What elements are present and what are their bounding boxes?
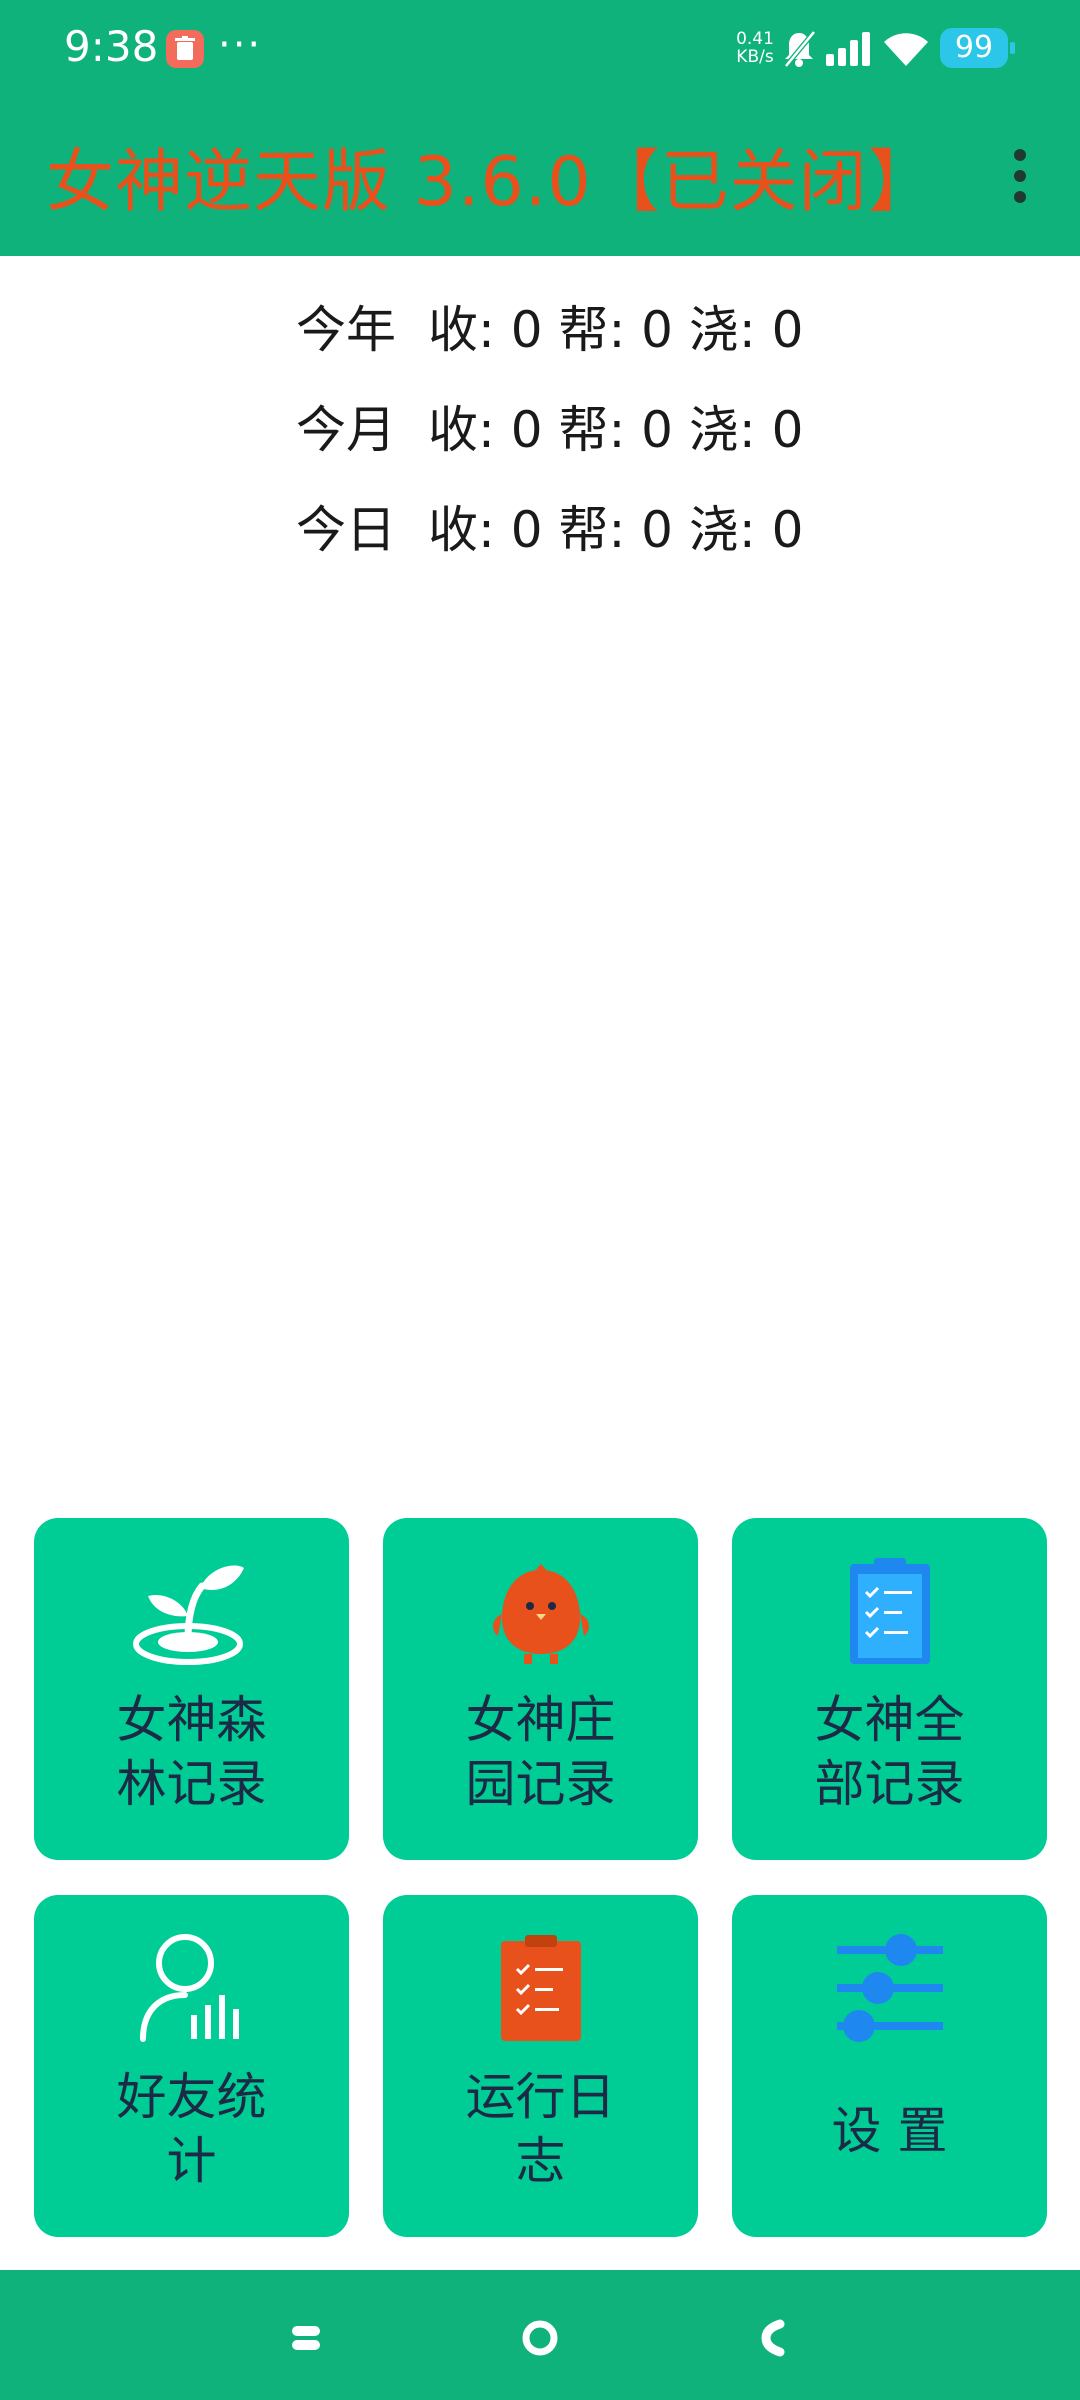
stat-period: 今日 [296,501,396,559]
tile-label-line1: 女神庄 [465,1691,616,1749]
stat-period: 今月 [296,401,396,459]
sliders-icon [835,1933,945,2047]
friend-stats-icon [137,1933,247,2047]
tile-label-line1: 运行日 [465,2068,616,2126]
tile-label-line1: 设 置 [831,2102,948,2160]
back-icon[interactable] [744,2308,804,2368]
battery-tip [1010,42,1015,54]
bell-muted-icon [784,30,816,68]
tile-label-line1: 女神森 [116,1691,267,1749]
tile-label-line2: 林记录 [116,1755,267,1813]
stat-row-year: 今年 收: 0 帮: 0 浇: 0 [296,290,803,362]
stat-values: 收: 0 帮: 0 浇: 0 [428,501,804,559]
tile-run-log[interactable]: 运行日 志 [383,1895,698,2237]
sprout-icon [132,1556,252,1670]
signal-icon [826,32,870,66]
net-speed-value: 0.41 [736,29,774,49]
net-speed-unit: KB/s [736,47,774,67]
tile-label-line1: 好友统 [116,2068,267,2126]
tile-all-records[interactable]: 女神全 部记录 [732,1518,1047,1860]
tile-label-line2: 志 [515,2132,566,2190]
more-notifications-icon: ··· [218,22,263,68]
chick-icon [486,1556,596,1670]
home-icon[interactable] [510,2308,570,2368]
app-notification-icon [166,30,204,68]
tile-label-line1: 女神全 [814,1691,965,1749]
status-bar: 9:38 ··· 0.41 KB/s 99 [0,0,1080,100]
recent-apps-icon[interactable] [276,2308,336,2368]
tile-farm-records[interactable]: 女神庄 园记录 [383,1518,698,1860]
clipboard-orange-icon [499,1933,583,2047]
stat-row-day: 今日 收: 0 帮: 0 浇: 0 [296,490,803,562]
app-bar: 女神逆天版 3.6.0【已关闭】 [0,100,1080,256]
stat-period: 今年 [296,301,396,359]
stat-values: 收: 0 帮: 0 浇: 0 [428,401,804,459]
status-time: 9:38 [64,22,159,71]
tile-forest-records[interactable]: 女神森 林记录 [34,1518,349,1860]
tile-label-line2: 计 [166,2132,217,2190]
clipboard-blue-icon [848,1556,932,1670]
net-speed: 0.41 KB/s [730,30,780,66]
tile-label-line2: 部记录 [814,1755,965,1813]
stat-row-month: 今月 收: 0 帮: 0 浇: 0 [296,390,803,462]
battery-icon: 99 [940,28,1008,68]
tile-settings[interactable]: 设 置 [732,1895,1047,2237]
navigation-bar [0,2270,1080,2400]
app-title: 女神逆天版 3.6.0【已关闭】 [46,143,937,222]
overflow-menu-icon[interactable] [1000,140,1040,210]
tile-label-line2: 园记录 [465,1755,616,1813]
tile-friend-stats[interactable]: 好友统 计 [34,1895,349,2237]
stat-values: 收: 0 帮: 0 浇: 0 [428,301,804,359]
wifi-icon [884,33,928,66]
